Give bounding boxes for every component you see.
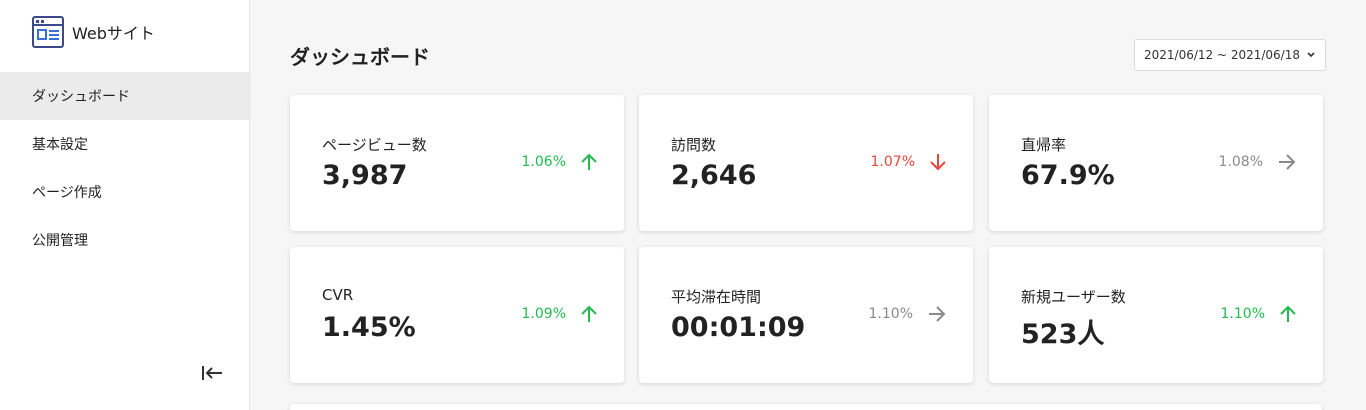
arrow-right-icon	[929, 306, 946, 322]
metric-label: 平均滞在時間	[671, 288, 762, 306]
sidebar-item-dashboard[interactable]: ダッシュボード	[0, 72, 249, 120]
metric-label: 直帰率	[1021, 136, 1067, 154]
metric-label: CVR	[322, 286, 354, 304]
sidebar-item-basic-settings[interactable]: 基本設定	[0, 120, 249, 168]
date-range-select[interactable]: 2021/06/12 ~ 2021/06/18	[1134, 39, 1326, 71]
arrow-up-icon	[581, 305, 597, 322]
metric-change: 1.07%	[870, 154, 915, 170]
metric-trend: 1.10%	[1221, 303, 1297, 325]
metric-change: 1.10%	[1220, 306, 1265, 322]
sidebar: Webサイト ダッシュボード 基本設定 ページ作成 公開管理	[0, 0, 250, 410]
metric-label: 新規ユーザー数	[1021, 288, 1126, 306]
metric-trend: 1.07%	[871, 151, 947, 173]
arrow-down-icon	[930, 154, 946, 171]
metric-card-visits: 訪問数 2,646 1.07%	[639, 95, 973, 231]
metric-trend: 1.09%	[522, 303, 598, 325]
sidebar-item-page-creation[interactable]: ページ作成	[0, 168, 249, 216]
content-card	[290, 404, 1322, 410]
metric-change: 1.06%	[521, 154, 566, 170]
site-name: Webサイト	[72, 24, 155, 43]
metric-label: ページビュー数	[322, 136, 427, 154]
metric-change: 1.08%	[1218, 154, 1263, 170]
page-title: ダッシュボード	[290, 45, 430, 69]
metric-value: 2,646	[671, 160, 757, 191]
arrow-right-icon	[1279, 154, 1296, 170]
metric-card-bounce-rate: 直帰率 67.9% 1.08%	[989, 95, 1323, 231]
date-range-value: 2021/06/12 ~ 2021/06/18	[1143, 48, 1300, 62]
app-root: Webサイト ダッシュボード 基本設定 ページ作成 公開管理 ダッシュボード 2…	[0, 0, 1366, 410]
metric-change: 1.10%	[868, 306, 913, 322]
metric-trend: 1.10%	[869, 303, 947, 325]
metric-card-new-users: 新規ユーザー数 523人 1.10%	[989, 247, 1323, 383]
collapse-sidebar-icon	[202, 366, 222, 380]
website-window-icon	[32, 16, 64, 48]
arrow-up-icon	[1280, 305, 1296, 322]
metric-card-cvr: CVR 1.45% 1.09%	[290, 247, 624, 383]
metric-trend: 1.08%	[1219, 151, 1297, 173]
metric-card-page-views: ページビュー数 3,987 1.06%	[290, 95, 624, 231]
sidebar-item-publish-management[interactable]: 公開管理	[0, 216, 249, 264]
metric-change: 1.09%	[521, 306, 566, 322]
arrow-up-icon	[581, 153, 597, 170]
metric-value: 523人	[1021, 319, 1105, 350]
collapse-sidebar-button[interactable]	[200, 362, 224, 384]
metric-card-avg-session-time: 平均滞在時間 00:01:09 1.10%	[639, 247, 973, 383]
brand[interactable]: Webサイト	[32, 15, 155, 49]
metric-value: 00:01:09	[671, 312, 806, 343]
metric-label: 訪問数	[671, 136, 717, 154]
metric-value: 67.9%	[1021, 160, 1115, 191]
metric-trend: 1.06%	[522, 151, 598, 173]
metric-value: 1.45%	[322, 312, 416, 343]
sidebar-nav: ダッシュボード 基本設定 ページ作成 公開管理	[0, 72, 249, 264]
metric-value: 3,987	[322, 160, 408, 191]
chevron-down-icon	[1307, 52, 1315, 58]
